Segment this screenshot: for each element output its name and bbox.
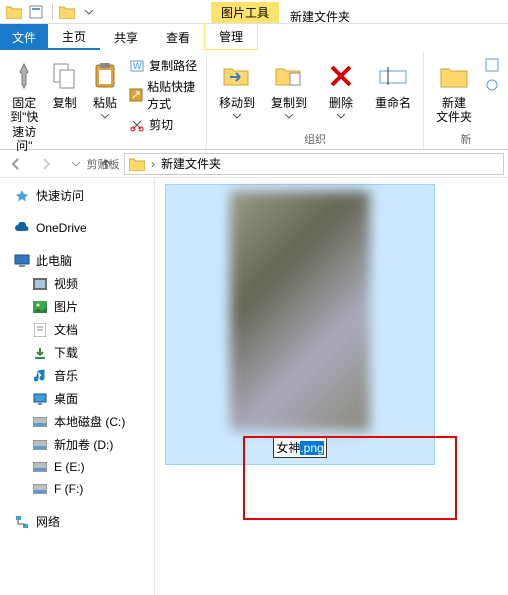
copyto-icon	[273, 60, 305, 92]
pc-icon	[14, 253, 30, 269]
up-button[interactable]	[94, 152, 118, 176]
tree-disk-d[interactable]: 新加卷 (D:)	[0, 433, 154, 456]
tab-file[interactable]: 文件	[0, 24, 48, 50]
video-icon	[32, 276, 48, 292]
tab-manage[interactable]: 管理	[204, 24, 258, 50]
file-thumbnail-selected[interactable]: 女神.png	[165, 184, 435, 465]
new-folder-button[interactable]: 新建 文件夹	[430, 56, 478, 125]
back-button[interactable]	[4, 152, 28, 176]
nav-bar: › 新建文件夹	[0, 150, 508, 178]
ribbon-group-organize: 移动到 复制到 删除 重命名 组织	[207, 52, 424, 149]
group-label-new: 新	[461, 129, 472, 149]
delete-button[interactable]: 删除	[317, 56, 365, 119]
chevron-down-icon	[233, 114, 241, 119]
tree-videos[interactable]: 视频	[0, 272, 154, 295]
ribbon-group-clipboard: 固定到"快 速访问" 复制 粘贴 w 复制路径 粘贴快捷方式	[0, 52, 207, 149]
tab-view[interactable]: 查看	[152, 24, 204, 50]
tab-share[interactable]: 共享	[100, 24, 152, 50]
ribbon-tabs: 文件 主页 共享 查看 管理 图片工具 新建文件夹	[0, 24, 508, 50]
picture-icon	[32, 299, 48, 315]
properties-icon[interactable]	[26, 2, 46, 22]
shortcut-icon	[129, 87, 143, 103]
chevron-down-icon	[101, 114, 109, 119]
star-icon	[14, 188, 30, 204]
tree-music[interactable]: 音乐	[0, 364, 154, 387]
delete-icon	[325, 60, 357, 92]
cut-button[interactable]: 剪切	[127, 115, 200, 134]
group-label-organize: 组织	[304, 129, 326, 149]
tree-downloads[interactable]: 下载	[0, 341, 154, 364]
tree-pictures[interactable]: 图片	[0, 295, 154, 318]
svg-text:w: w	[132, 60, 142, 72]
copy-path-button[interactable]: w 复制路径	[127, 56, 200, 75]
download-icon	[32, 345, 48, 361]
copy-button[interactable]: 复制	[46, 56, 82, 110]
desktop-icon	[32, 391, 48, 407]
folder-icon[interactable]	[57, 2, 77, 22]
copy-to-button[interactable]: 复制到	[265, 56, 313, 119]
tree-disk-f[interactable]: F (F:)	[0, 478, 154, 500]
folder-icon	[129, 157, 145, 171]
main-area: 快速访问 OneDrive 此电脑 视频 图片 文档 下载 音乐 桌面 本地磁盘…	[0, 178, 508, 595]
ribbon-group-new: 新建 文件夹 新	[424, 52, 508, 149]
moveto-icon	[221, 60, 253, 92]
tree-quick-access[interactable]: 快速访问	[0, 184, 154, 207]
copy-icon	[49, 60, 81, 92]
chevron-down-icon	[337, 114, 345, 119]
address-bar[interactable]: › 新建文件夹	[124, 153, 504, 175]
filename-ext-selected: .png	[300, 441, 323, 455]
easy-access-button[interactable]	[482, 76, 502, 94]
image-preview	[230, 191, 370, 431]
drive-icon	[32, 437, 48, 453]
document-icon	[32, 322, 48, 338]
tab-home[interactable]: 主页	[48, 24, 100, 50]
chevron-right-icon: ›	[151, 157, 155, 171]
tree-network[interactable]: 网络	[0, 510, 154, 533]
filename-base: 女神	[276, 441, 300, 455]
folder-icon[interactable]	[4, 2, 24, 22]
breadcrumb-item[interactable]: 新建文件夹	[161, 155, 221, 172]
paste-shortcut-button[interactable]: 粘贴快捷方式	[127, 77, 200, 113]
cut-icon	[129, 117, 145, 133]
pin-icon	[8, 60, 40, 92]
contextual-group-label: 图片工具	[211, 2, 279, 23]
paste-button[interactable]: 粘贴	[87, 56, 123, 119]
move-to-button[interactable]: 移动到	[213, 56, 261, 119]
drive-icon	[32, 414, 48, 430]
paste-icon	[89, 60, 121, 92]
pin-to-quick-access-button[interactable]: 固定到"快 速访问"	[6, 56, 42, 154]
tree-onedrive[interactable]: OneDrive	[0, 217, 154, 239]
window-title: 新建文件夹	[290, 8, 350, 25]
filename-edit[interactable]: 女神.png	[273, 437, 326, 458]
navigation-tree: 快速访问 OneDrive 此电脑 视频 图片 文档 下载 音乐 桌面 本地磁盘…	[0, 178, 155, 595]
drive-icon	[32, 459, 48, 475]
new-folder-icon	[438, 60, 470, 92]
tree-documents[interactable]: 文档	[0, 318, 154, 341]
dropdown-icon[interactable]	[79, 2, 99, 22]
ribbon: 固定到"快 速访问" 复制 粘贴 w 复制路径 粘贴快捷方式	[0, 50, 508, 150]
rename-button[interactable]: 重命名	[369, 56, 417, 110]
music-icon	[32, 368, 48, 384]
cloud-icon	[14, 220, 30, 236]
chevron-down-icon	[285, 114, 293, 119]
tree-disk-c[interactable]: 本地磁盘 (C:)	[0, 410, 154, 433]
tree-desktop[interactable]: 桌面	[0, 387, 154, 410]
copypath-icon: w	[129, 58, 145, 74]
easy-access-icon	[484, 77, 500, 93]
network-icon	[14, 514, 30, 530]
tree-disk-e[interactable]: E (E:)	[0, 456, 154, 478]
new-item-button[interactable]	[482, 56, 502, 74]
rename-icon	[377, 60, 409, 92]
drive-icon	[32, 481, 48, 497]
content-pane[interactable]: 女神.png	[155, 178, 508, 595]
forward-button[interactable]	[34, 152, 58, 176]
tree-this-pc[interactable]: 此电脑	[0, 249, 154, 272]
recent-dropdown[interactable]	[64, 152, 88, 176]
new-item-icon	[484, 57, 500, 73]
